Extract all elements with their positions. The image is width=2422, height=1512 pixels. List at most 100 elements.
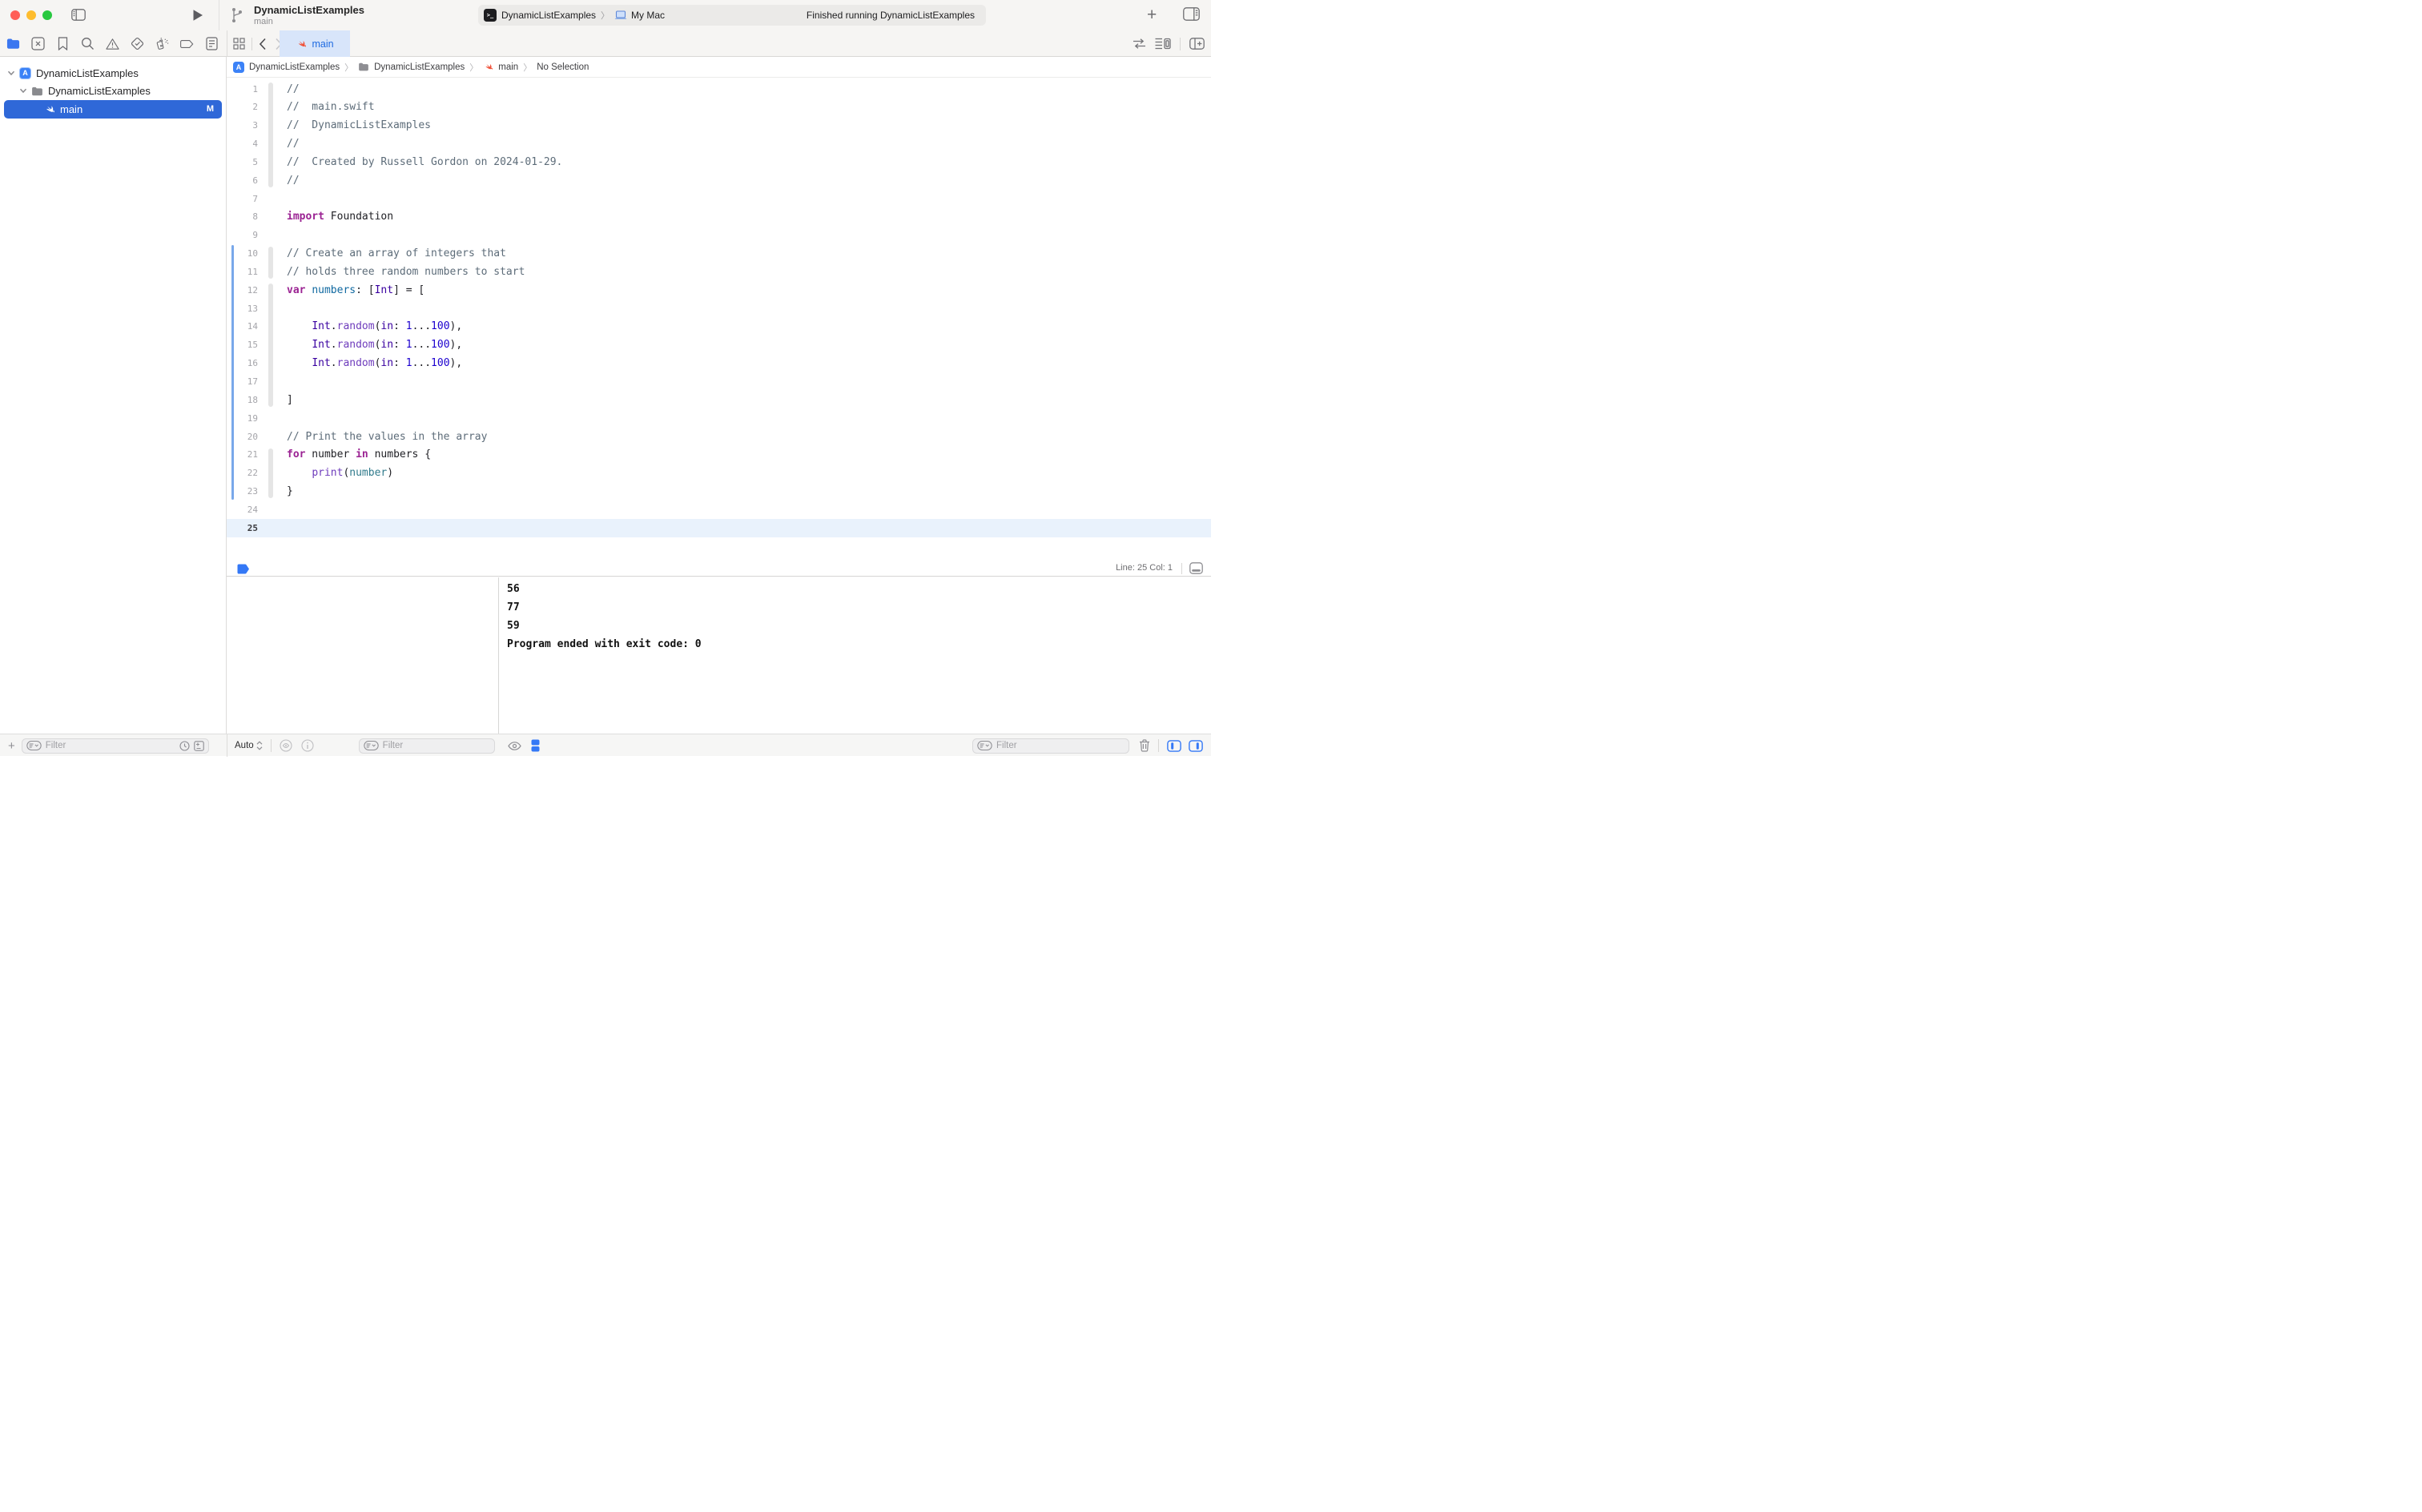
code-line[interactable]: 22 print(number) [227, 464, 1211, 482]
line-number[interactable]: 8 [227, 211, 265, 222]
line-number[interactable]: 7 [227, 194, 265, 204]
source-control-navigator-icon[interactable] [31, 37, 45, 50]
scheme-chevron: 〉 [601, 9, 610, 22]
project-navigator-icon[interactable] [6, 37, 20, 50]
code-line[interactable]: 14 Int.random(in: 1...100), [227, 318, 1211, 336]
console-mode-icon[interactable] [531, 739, 540, 752]
console-eye-icon[interactable] [508, 742, 521, 750]
code-text: // DynamicListExamples [280, 119, 431, 131]
inspector-layout-icon[interactable] [1183, 7, 1200, 21]
line-number[interactable]: 25 [227, 523, 265, 533]
close-window-button[interactable] [10, 10, 20, 20]
reports-navigator-icon[interactable] [205, 37, 219, 50]
code-line[interactable]: 12var numbers: [Int] = [ [227, 281, 1211, 300]
breakpoints-toggle-icon[interactable] [237, 564, 249, 574]
code-line[interactable]: 2// main.swift [227, 98, 1211, 116]
fold-ribbon-segment[interactable] [268, 247, 273, 279]
source-control-change-bar[interactable] [231, 245, 234, 500]
issues-navigator-icon[interactable] [106, 37, 119, 50]
run-button[interactable] [192, 9, 203, 22]
adjust-editor-options-icon[interactable] [1155, 38, 1171, 50]
line-number[interactable]: 1 [227, 84, 265, 94]
add-editor-icon[interactable] [1189, 38, 1205, 50]
source-editor[interactable]: 1//2// main.swift 3 // DynamicListExamples… [227, 78, 1211, 561]
fold-ribbon-segment[interactable] [268, 284, 273, 407]
toggle-navigator-icon[interactable] [71, 9, 86, 21]
code-line[interactable]: 4// [227, 135, 1211, 153]
fold-ribbon-segment[interactable] [268, 448, 273, 499]
recent-files-icon[interactable] [179, 741, 190, 751]
zoom-window-button[interactable] [42, 10, 52, 20]
line-number[interactable]: 3 [227, 120, 265, 131]
navigator-filter-field[interactable]: Filter [22, 738, 209, 754]
add-file-button[interactable]: + [8, 739, 15, 753]
code-line[interactable]: 18] [227, 391, 1211, 409]
show-console-view-toggle[interactable] [1189, 740, 1203, 752]
tests-navigator-icon[interactable] [131, 37, 144, 50]
source-control-filter-icon[interactable] [194, 741, 204, 751]
variables-filter-field[interactable]: Filter [359, 738, 495, 754]
code-text: // Create an array of integers that [280, 247, 506, 259]
code-line[interactable]: 21for number in numbers { [227, 445, 1211, 464]
disclosure-chevron-icon[interactable] [19, 88, 27, 94]
code-line[interactable]: 25 [227, 519, 1211, 537]
code-text: // Created by Russell Gordon on 2024-01-… [280, 156, 562, 168]
jumpbar-file[interactable]: main [498, 62, 518, 72]
tab-main[interactable]: main [280, 30, 350, 57]
console-output[interactable]: 567759Program ended with exit code: 0 [499, 577, 1211, 734]
jumpbar-selection[interactable]: No Selection [537, 62, 589, 72]
debug-navigator-icon[interactable] [155, 37, 169, 50]
code-line[interactable]: 10// Create an array of integers that [227, 244, 1211, 263]
code-line[interactable]: 16 Int.random(in: 1...100), [227, 354, 1211, 372]
line-number[interactable]: 9 [227, 230, 265, 240]
code-line[interactable]: 24 [227, 501, 1211, 519]
find-navigator-icon[interactable] [81, 37, 95, 50]
code-line[interactable]: 11// holds three random numbers to start [227, 263, 1211, 281]
show-variables-view-toggle[interactable] [1167, 740, 1181, 752]
code-line[interactable]: 6// [227, 171, 1211, 190]
line-number[interactable]: 2 [227, 102, 265, 112]
disclosure-chevron-icon[interactable] [7, 70, 15, 76]
code-line[interactable]: 13 [227, 300, 1211, 318]
code-line[interactable]: 3 // DynamicListExamples [227, 116, 1211, 135]
code-line[interactable]: 7 [227, 190, 1211, 208]
minimize-window-button[interactable] [26, 10, 36, 20]
sidebar-item-dynamiclistexamples[interactable]: DynamicListExamples [0, 82, 226, 101]
code-line[interactable]: 23} [227, 482, 1211, 501]
clear-console-trash-icon[interactable] [1139, 739, 1150, 752]
code-line[interactable]: 8import Foundation [227, 208, 1211, 227]
code-line[interactable]: 17 [227, 372, 1211, 391]
breakpoints-navigator-icon[interactable] [180, 37, 194, 50]
console-line: Program ended with exit code: 0 [507, 635, 1211, 653]
variables-scope-select[interactable]: Auto [235, 741, 254, 750]
line-number[interactable]: 4 [227, 139, 265, 149]
code-line[interactable]: 5 // Created by Russell Gordon on 2024-01… [227, 153, 1211, 171]
code-line[interactable]: 1// [227, 80, 1211, 99]
line-number[interactable]: 5 [227, 157, 265, 167]
scheme-name[interactable]: DynamicListExamples [501, 10, 596, 21]
console-filter-field[interactable]: Filter [972, 738, 1129, 754]
line-number[interactable]: 6 [227, 175, 265, 186]
variables-view[interactable] [227, 577, 498, 734]
code-text: Int.random(in: 1...100), [280, 320, 462, 332]
code-review-icon[interactable] [1133, 38, 1146, 49]
fold-ribbon-segment[interactable] [268, 82, 273, 187]
debug-area-toggle-icon[interactable] [1189, 562, 1203, 574]
quick-look-icon[interactable] [280, 739, 292, 752]
sidebar-item-main[interactable]: mainM [4, 100, 222, 119]
print-description-icon[interactable] [301, 739, 314, 752]
bookmarks-navigator-icon[interactable] [56, 37, 70, 50]
related-items-icon[interactable] [233, 38, 245, 50]
code-line[interactable]: 19 [227, 409, 1211, 428]
code-line[interactable]: 15 Int.random(in: 1...100), [227, 336, 1211, 354]
code-line[interactable]: 9 [227, 226, 1211, 244]
filter-icon [977, 741, 992, 750]
run-destination[interactable]: My Mac [631, 10, 665, 21]
sidebar-item-dynamiclistexamples[interactable]: ADynamicListExamples [0, 64, 226, 82]
code-line[interactable]: 20// Print the values in the array [227, 428, 1211, 446]
jumpbar-project[interactable]: DynamicListExamples [249, 62, 340, 72]
jumpbar-group[interactable]: DynamicListExamples [374, 62, 465, 72]
line-number[interactable]: 24 [227, 505, 265, 515]
add-button[interactable]: + [1147, 6, 1157, 25]
back-button[interactable] [259, 38, 267, 50]
